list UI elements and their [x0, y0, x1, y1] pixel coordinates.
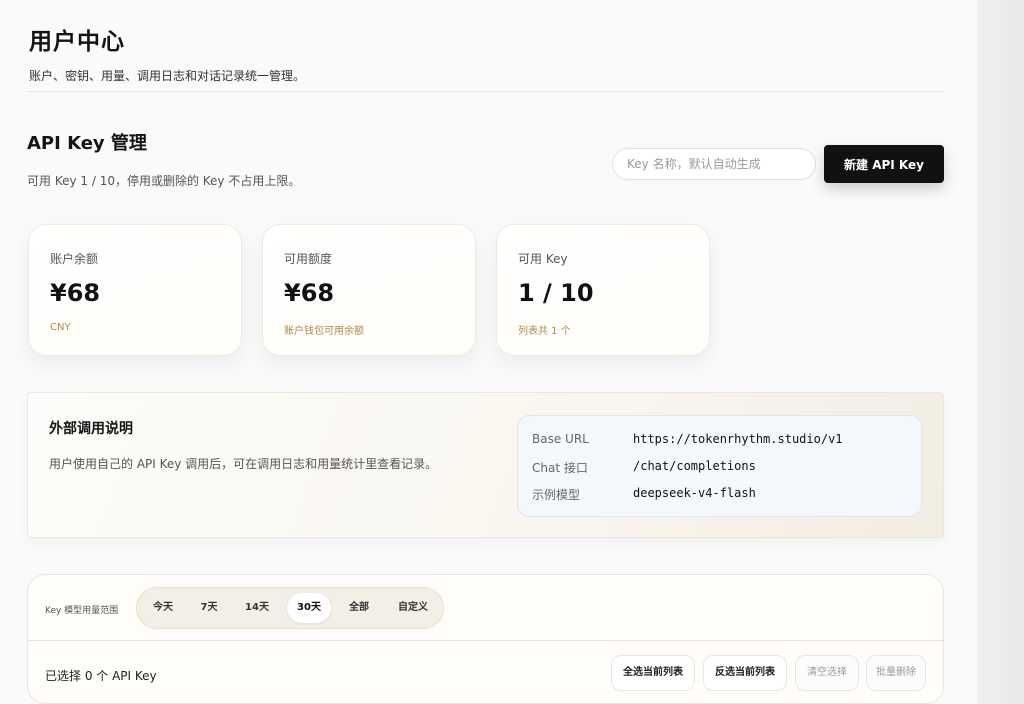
balance-label: 账户余额	[50, 252, 99, 266]
page-subtitle: 账户、密钥、用量、调用日志和对话记录统一管理。	[29, 69, 306, 83]
selected-count: 已选择 0 个 API Key	[45, 669, 157, 683]
new-api-key-button[interactable]: 新建 API Key	[824, 145, 944, 183]
range-custom[interactable]: 自定义	[387, 593, 439, 623]
page-title: 用户中心	[29, 29, 125, 55]
quota-value: ¥68	[284, 279, 335, 307]
clear-selection-button[interactable]: 清空选择	[795, 655, 859, 691]
base-url-label: Base URL	[532, 432, 589, 446]
scrollbar-gutter[interactable]	[977, 0, 1024, 704]
balance-currency: CNY	[50, 322, 71, 333]
api-key-quota-text: 可用 Key 1 / 10，停用或删除的 Key 不占用上限。	[27, 174, 301, 188]
range-30d[interactable]: 30天	[287, 593, 331, 623]
example-model-label: 示例模型	[532, 488, 581, 502]
keys-value: 1 / 10	[518, 279, 594, 307]
key-usage-panel: Key 模型用量范围 今天 7天 14天 30天 全部 自定义 已选择 0 个 …	[27, 574, 945, 704]
key-name-input[interactable]	[612, 148, 816, 180]
quota-label: 可用额度	[284, 252, 333, 266]
chat-endpoint-value: /chat/completions	[633, 459, 756, 473]
range-14d[interactable]: 14天	[237, 593, 277, 623]
invert-selection-button[interactable]: 反选当前列表	[703, 655, 787, 691]
base-url-value: https://tokenrhythm.studio/v1	[633, 432, 843, 446]
panel-divider	[28, 640, 945, 641]
balance-card: 账户余额 ¥68 CNY	[28, 224, 242, 356]
select-all-button[interactable]: 全选当前列表	[611, 655, 695, 691]
balance-value: ¥68	[50, 279, 101, 307]
batch-delete-button[interactable]: 批量删除	[866, 655, 926, 691]
range-all[interactable]: 全部	[341, 593, 377, 623]
range-7d[interactable]: 7天	[193, 593, 225, 623]
available-quota-card: 可用额度 ¥68 账户钱包可用余额	[262, 224, 476, 356]
available-keys-card: 可用 Key 1 / 10 列表共 1 个	[496, 224, 710, 356]
external-call-title: 外部调用说明	[49, 421, 133, 437]
chat-endpoint-label: Chat 接口	[532, 461, 588, 475]
range-today[interactable]: 今天	[145, 593, 181, 623]
external-call-description: 用户使用自己的 API Key 调用后，可在调用日志和用量统计里查看记录。	[49, 457, 438, 471]
keys-note: 列表共 1 个	[518, 326, 571, 337]
api-key-section-title: API Key 管理	[27, 133, 147, 154]
header-divider	[27, 91, 944, 92]
keys-label: 可用 Key	[518, 252, 568, 266]
example-model-value: deepseek-v4-flash	[633, 486, 756, 500]
usage-range-label: Key 模型用量范围	[45, 606, 119, 616]
quota-note: 账户钱包可用余额	[284, 326, 364, 337]
range-selector: 今天 7天 14天 30天 全部 自定义	[136, 587, 444, 629]
external-call-panel: 外部调用说明 用户使用自己的 API Key 调用后，可在调用日志和用量统计里查…	[27, 392, 944, 538]
endpoint-card: Base URL https://tokenrhythm.studio/v1 C…	[517, 415, 922, 517]
